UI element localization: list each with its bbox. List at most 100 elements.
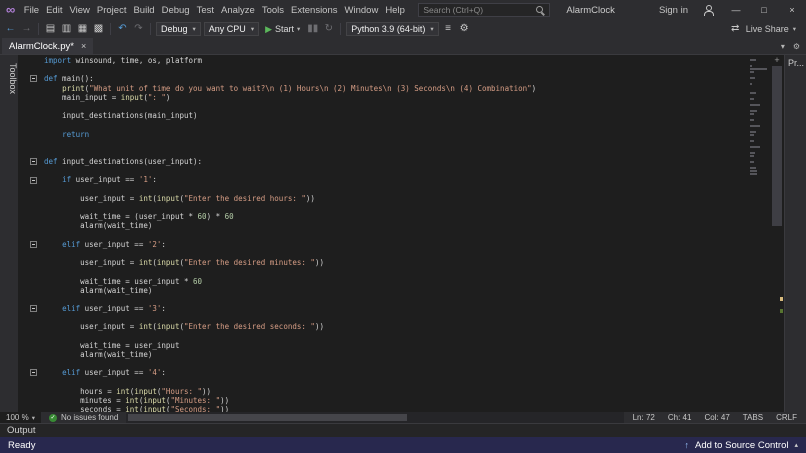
new-file-icon[interactable]: ▤: [44, 21, 57, 37]
code-line[interactable]: [18, 313, 748, 322]
code-line[interactable]: alarm(wait_time): [18, 350, 748, 359]
code-line[interactable]: print("What unit of time do you want to …: [18, 84, 748, 93]
minimap[interactable]: [748, 55, 770, 412]
horizontal-scrollbar-thumb[interactable]: [128, 414, 407, 421]
add-to-source-control-button[interactable]: Add to Source Control: [695, 440, 788, 451]
code-line[interactable]: [18, 65, 748, 74]
code-line[interactable]: [18, 332, 748, 341]
menu-item[interactable]: Edit: [43, 0, 66, 20]
platform-dropdown[interactable]: Any CPU ▾: [203, 22, 260, 36]
minimize-button[interactable]: —: [722, 0, 750, 20]
navigate-back-icon[interactable]: ←: [4, 21, 17, 37]
pause-icon[interactable]: ▮▮: [306, 21, 319, 37]
redo-icon[interactable]: ↷: [132, 21, 145, 37]
close-button[interactable]: ×: [778, 0, 806, 20]
menu-item[interactable]: Debug: [158, 0, 193, 20]
code-line[interactable]: alarm(wait_time): [18, 286, 748, 295]
code-line[interactable]: [18, 166, 748, 175]
menu-item[interactable]: Window: [341, 0, 382, 20]
document-options-gear-icon[interactable]: ⚙: [793, 42, 800, 51]
fold-collapse-icon[interactable]: [30, 240, 37, 248]
menu-item[interactable]: Build: [130, 0, 158, 20]
tab-alarmclock-py[interactable]: AlarmClock.py* ×: [2, 38, 94, 54]
code-line[interactable]: wait_time = user_input: [18, 341, 748, 350]
fold-collapse-icon[interactable]: [30, 305, 37, 313]
code-line[interactable]: wait_time = user_input * 60: [18, 277, 748, 286]
toolbox-tab[interactable]: Toolbox: [0, 55, 18, 412]
code-line[interactable]: alarm(wait_time): [18, 221, 748, 230]
code-line[interactable]: [18, 249, 748, 258]
code-line[interactable]: [18, 359, 748, 368]
undo-icon[interactable]: ↶: [116, 21, 129, 37]
zoom-dropdown[interactable]: 100 % ▾: [0, 412, 41, 423]
code-editor[interactable]: import winsound, time, os, platform def m…: [18, 55, 748, 412]
solution-explorer-icon[interactable]: ≡: [442, 21, 455, 37]
code-line[interactable]: [18, 267, 748, 276]
code-line[interactable]: [18, 185, 748, 194]
navigate-forward-icon[interactable]: →: [20, 21, 33, 37]
active-files-dropdown-icon[interactable]: ▾: [781, 42, 785, 51]
search-input[interactable]: Search (Ctrl+Q): [418, 3, 551, 17]
maximize-button[interactable]: □: [750, 0, 778, 20]
start-debug-button[interactable]: ▶ Start ▾: [262, 24, 303, 35]
configuration-dropdown[interactable]: Debug ▾: [156, 22, 201, 36]
code-line[interactable]: user_input = int(input("Enter the desire…: [18, 258, 748, 267]
fold-collapse-icon[interactable]: [30, 158, 37, 166]
restart-icon[interactable]: ↻: [322, 21, 335, 37]
code-line[interactable]: [18, 295, 748, 304]
code-line[interactable]: wait_time = (user_input * 60) * 60: [18, 212, 748, 221]
horizontal-scrollbar[interactable]: [126, 412, 624, 423]
menu-item[interactable]: Test: [193, 0, 217, 20]
code-line[interactable]: return: [18, 130, 748, 139]
live-share-button[interactable]: Live Share: [746, 24, 789, 34]
code-line[interactable]: import winsound, time, os, platform: [18, 56, 748, 65]
code-line[interactable]: seconds = int(input("Seconds: ")): [18, 405, 748, 412]
code-line[interactable]: [18, 139, 748, 148]
menu-item[interactable]: Project: [93, 0, 130, 20]
code-line[interactable]: [18, 148, 748, 157]
menu-item[interactable]: View: [66, 0, 93, 20]
code-line[interactable]: [18, 120, 748, 129]
code-line[interactable]: if user_input == '1':: [18, 175, 748, 184]
code-line[interactable]: input_destinations(main_input): [18, 111, 748, 120]
python-environment-dropdown[interactable]: Python 3.9 (64-bit) ▾: [346, 22, 439, 36]
code-line[interactable]: elif user_input == '3':: [18, 304, 748, 313]
properties-panel-tab[interactable]: Pr...: [784, 55, 806, 412]
save-icon[interactable]: ▦: [76, 21, 89, 37]
user-avatar-icon[interactable]: [702, 4, 714, 16]
code-line[interactable]: user_input = int(input("Enter the desire…: [18, 194, 748, 203]
fold-collapse-icon[interactable]: [30, 369, 37, 377]
code-line[interactable]: user_input = int(input("Enter the desire…: [18, 322, 748, 331]
menu-item[interactable]: File: [20, 0, 42, 20]
code-line[interactable]: def main():: [18, 74, 748, 83]
output-panel-header[interactable]: Output: [0, 423, 806, 437]
tabs-indicator[interactable]: TABS: [743, 413, 763, 422]
save-all-icon[interactable]: ▩: [92, 21, 105, 37]
expand-status-icon[interactable]: ▴: [794, 441, 798, 449]
code-line[interactable]: elif user_input == '4':: [18, 368, 748, 377]
sign-in-button[interactable]: Sign in: [653, 5, 694, 16]
menu-item[interactable]: Analyze: [218, 0, 259, 20]
open-file-icon[interactable]: ▥: [60, 21, 73, 37]
settings-gear-icon[interactable]: ⚙: [458, 21, 471, 37]
code-line[interactable]: elif user_input == '2':: [18, 240, 748, 249]
fold-collapse-icon[interactable]: [30, 176, 37, 184]
split-editor-icon[interactable]: +: [770, 55, 784, 65]
code-line[interactable]: [18, 203, 748, 212]
tab-close-icon[interactable]: ×: [81, 41, 86, 51]
vertical-scrollbar-thumb[interactable]: [772, 66, 782, 226]
code-line[interactable]: [18, 231, 748, 240]
fold-collapse-icon[interactable]: [30, 75, 37, 83]
menu-item[interactable]: Extensions: [288, 0, 341, 20]
menu-item[interactable]: Help: [382, 0, 409, 20]
code-line[interactable]: [18, 102, 748, 111]
code-line[interactable]: main_input = input(": "): [18, 93, 748, 102]
code-line[interactable]: def input_destinations(user_input):: [18, 157, 748, 166]
vertical-scrollbar[interactable]: +: [770, 55, 784, 412]
document-health-indicator[interactable]: ✓ No issues found: [41, 413, 126, 422]
code-line[interactable]: minutes = int(input("Minutes: ")): [18, 396, 748, 405]
code-line[interactable]: [18, 378, 748, 387]
eol-indicator[interactable]: CRLF: [776, 413, 797, 422]
code-line[interactable]: hours = int(input("Hours: ")): [18, 387, 748, 396]
menu-item[interactable]: Tools: [258, 0, 287, 20]
